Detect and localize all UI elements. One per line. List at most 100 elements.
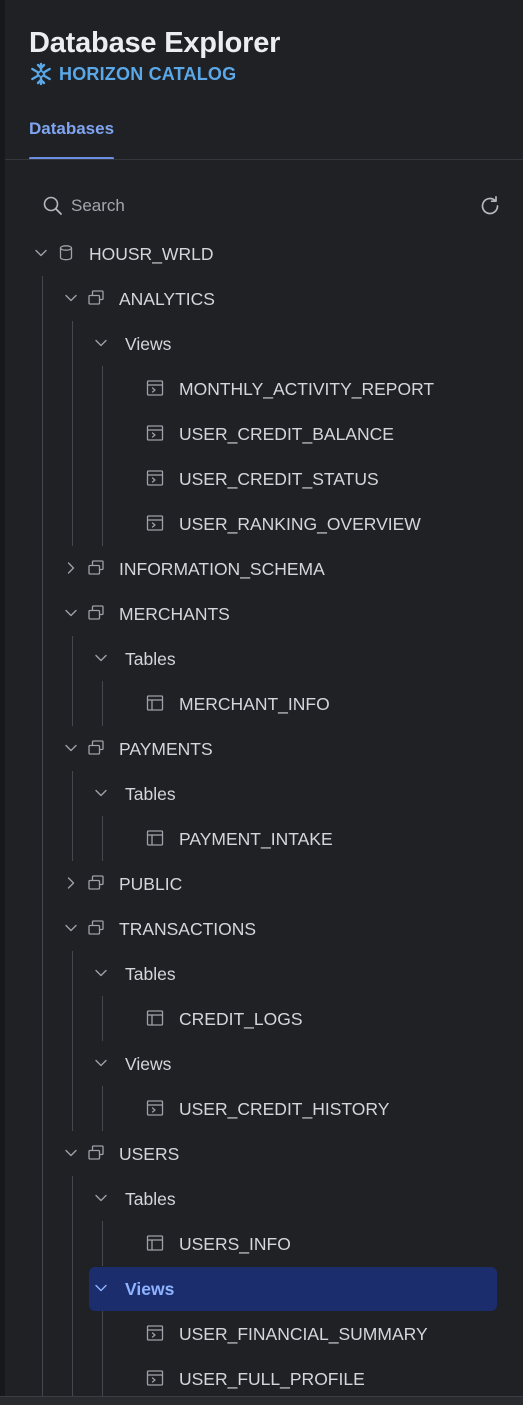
tree-item-view[interactable]: USER_RANKING_OVERVIEW	[0, 501, 523, 546]
view-icon	[146, 1325, 164, 1341]
schema-icon	[88, 875, 104, 890]
tree-item-label: PAYMENT_INTAKE	[179, 829, 333, 849]
chevron-down-icon[interactable]	[93, 650, 109, 666]
tree-item-schema[interactable]: PUBLIC	[0, 861, 523, 906]
tree-item-folder[interactable]: Tables	[0, 636, 523, 681]
tree-item-folder[interactable]: Tables	[0, 951, 523, 996]
tree-item-label: USER_FULL_PROFILE	[179, 1369, 365, 1389]
chevron-down-icon[interactable]	[93, 335, 109, 351]
tree-item-label: USER_CREDIT_HISTORY	[179, 1099, 390, 1119]
page-title: Database Explorer	[29, 27, 281, 59]
tree-item-label: CREDIT_LOGS	[179, 1009, 303, 1029]
tree-item-label: PAYMENTS	[119, 739, 213, 759]
tree-item-table[interactable]: PAYMENT_INTAKE	[0, 816, 523, 861]
chevron-right-icon[interactable]	[63, 560, 79, 576]
tree-item-table[interactable]: USERS_INFO	[0, 1221, 523, 1266]
tree-item-view[interactable]: USER_FINANCIAL_SUMMARY	[0, 1311, 523, 1356]
table-icon	[146, 695, 164, 711]
tree-item-label: MONTHLY_ACTIVITY_REPORT	[179, 379, 435, 399]
tree-item-label: Views	[125, 1279, 175, 1299]
tree-item-schema[interactable]: MERCHANTS	[0, 591, 523, 636]
search-bar	[42, 192, 502, 220]
tree-item-view[interactable]: USER_CREDIT_HISTORY	[0, 1086, 523, 1131]
tree-item-folder[interactable]: Tables	[0, 771, 523, 816]
indent-guide	[102, 366, 103, 546]
view-icon	[146, 380, 164, 396]
view-icon	[146, 515, 164, 531]
tree-item-folder[interactable]: Views	[0, 1266, 523, 1311]
indent-guide	[102, 996, 103, 1041]
tree-item-table[interactable]: MERCHANT_INFO	[0, 681, 523, 726]
tab-divider	[5, 159, 523, 160]
indent-guide	[72, 1176, 73, 1396]
table-icon	[146, 1235, 164, 1251]
tree-item-label: USERS	[119, 1144, 180, 1164]
schema-icon	[88, 560, 104, 575]
indent-guide	[72, 321, 73, 546]
indent-guide	[72, 771, 73, 861]
indent-guide	[72, 636, 73, 726]
tree-item-label: INFORMATION_SCHEMA	[119, 559, 325, 579]
tree-item-label: USER_RANKING_OVERVIEW	[179, 514, 421, 534]
tree-item-label: Views	[125, 1054, 172, 1074]
tree-item-label: ANALYTICS	[119, 289, 215, 309]
tree-item-schema[interactable]: PAYMENTS	[0, 726, 523, 771]
view-icon	[146, 1100, 164, 1116]
chevron-down-icon[interactable]	[63, 740, 79, 756]
tree-item-schema[interactable]: USERS	[0, 1131, 523, 1176]
chevron-down-icon[interactable]	[93, 1280, 109, 1296]
view-icon	[146, 1370, 164, 1386]
indent-guide	[102, 1221, 103, 1266]
chevron-down-icon[interactable]	[93, 1055, 109, 1071]
snowflake-icon	[31, 62, 51, 86]
tab-bar: Databases	[29, 118, 115, 160]
tree-item-label: TRANSACTIONS	[119, 919, 257, 939]
tree-item-folder[interactable]: Tables	[0, 1176, 523, 1221]
schema-icon	[88, 290, 104, 305]
tree-item-label: HOUSR_WRLD	[89, 244, 214, 264]
indent-guide	[102, 816, 103, 861]
tree-item-label: USERS_INFO	[179, 1234, 291, 1254]
tree-item-label: Tables	[125, 784, 176, 804]
tree-item-table[interactable]: CREDIT_LOGS	[0, 996, 523, 1041]
chevron-right-icon[interactable]	[63, 875, 79, 891]
tree-item-view[interactable]: USER_FULL_PROFILE	[0, 1356, 523, 1401]
tree-item-database[interactable]: HOUSR_WRLD	[0, 231, 523, 276]
tree-item-view[interactable]: USER_CREDIT_BALANCE	[0, 411, 523, 456]
tree-item-label: USER_FINANCIAL_SUMMARY	[179, 1324, 428, 1344]
tree-item-schema[interactable]: INFORMATION_SCHEMA	[0, 546, 523, 591]
tree-item-folder[interactable]: Views	[0, 321, 523, 366]
indent-guide	[72, 951, 73, 1131]
chevron-down-icon[interactable]	[33, 245, 49, 261]
chevron-down-icon[interactable]	[63, 1145, 79, 1161]
tree-item-label: Views	[125, 334, 172, 354]
tree-item-view[interactable]: USER_CREDIT_STATUS	[0, 456, 523, 501]
chevron-down-icon[interactable]	[63, 290, 79, 306]
horizontal-scrollbar[interactable]	[0, 1396, 523, 1405]
tree-item-label: USER_CREDIT_BALANCE	[179, 424, 394, 444]
refresh-icon[interactable]	[478, 194, 502, 218]
indent-guide	[42, 276, 43, 1396]
tree-item-schema[interactable]: ANALYTICS	[0, 276, 523, 321]
chevron-down-icon[interactable]	[93, 965, 109, 981]
brand-row: HORIZON CATALOG	[29, 62, 509, 86]
chevron-down-icon[interactable]	[93, 1190, 109, 1206]
indent-guide	[102, 1311, 103, 1396]
table-icon	[146, 1010, 164, 1026]
tree-item-folder[interactable]: Views	[0, 1041, 523, 1086]
tab-databases[interactable]: Databases	[29, 118, 115, 160]
view-icon	[146, 470, 164, 486]
indent-guide	[102, 681, 103, 726]
tree-item-schema[interactable]: TRANSACTIONS	[0, 906, 523, 951]
brand-name: HORIZON CATALOG	[59, 63, 237, 84]
chevron-down-icon[interactable]	[63, 605, 79, 621]
panel-header: Database Explorer HORIZON CATALOG	[29, 26, 509, 86]
schema-icon	[88, 920, 104, 935]
tree-item-view[interactable]: MONTHLY_ACTIVITY_REPORT	[0, 366, 523, 411]
schema-icon	[88, 740, 104, 755]
chevron-down-icon[interactable]	[93, 785, 109, 801]
tree-item-label: Tables	[125, 649, 176, 669]
search-input[interactable]	[71, 196, 451, 216]
chevron-down-icon[interactable]	[63, 920, 79, 936]
search-icon	[43, 196, 62, 215]
